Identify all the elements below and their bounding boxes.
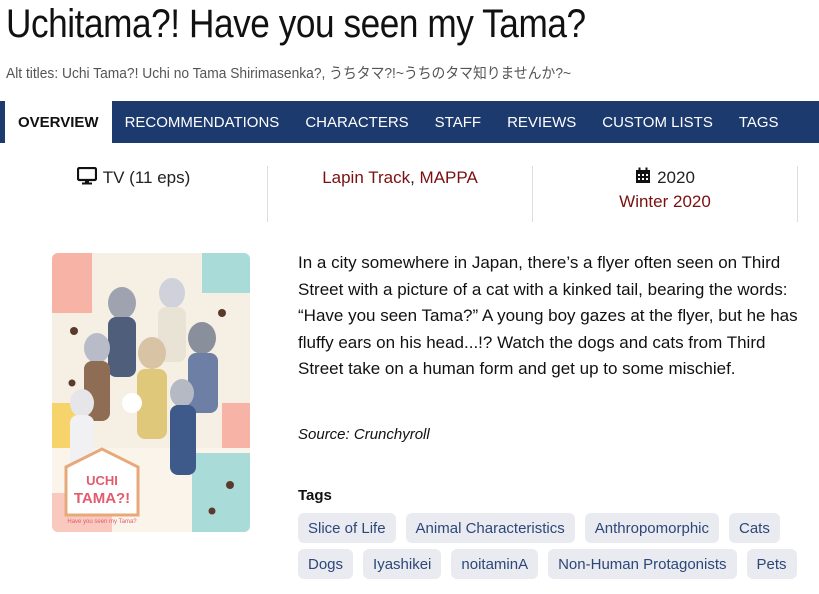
tag-iyashikei[interactable]: Iyashikei (363, 549, 442, 579)
alt-titles-value: Uchi Tama?! Uchi no Tama Shirimasenka?, … (61, 65, 572, 82)
info-row: TV (11 eps) Lapin Track, MAPPA 2020 Wint… (0, 166, 819, 222)
source-credit: Source: Crunchyroll (298, 426, 430, 443)
tab-staff[interactable]: STAFF (422, 101, 494, 143)
tab-custom-lists[interactable]: CUSTOM LISTS (589, 101, 726, 143)
tab-reviews[interactable]: REVIEWS (494, 101, 589, 143)
page-title: Uchitama?! Have you seen my Tama? (6, 2, 586, 46)
tag-animal-characteristics[interactable]: Animal Characteristics (405, 513, 575, 543)
format-cell: TV (11 eps) (0, 166, 268, 222)
alt-titles-label: Alt titles: (6, 65, 62, 82)
season-cell: 2020 Winter 2020 (533, 166, 798, 222)
tab-characters[interactable]: CHARACTERS (292, 101, 421, 143)
poster-logo-subtitle: Have you seen my Tama? (67, 519, 137, 525)
poster-image: UCHI TAMA?! Have you seen my Tama? (52, 253, 250, 532)
calendar-icon (635, 167, 651, 189)
tag-non-human-protagonists[interactable]: Non-Human Protagonists (548, 549, 737, 579)
alt-titles: Alt titles: Uchi Tama?! Uchi no Tama Shi… (6, 62, 571, 83)
synopsis: In a city somewhere in Japan, there’s a … (298, 253, 798, 378)
season-link[interactable]: Winter 2020 (619, 192, 711, 212)
tag-anthropomorphic[interactable]: Anthropomorphic (584, 513, 719, 543)
monitor-icon (76, 166, 97, 190)
tag-noitamina[interactable]: noitaminA (451, 549, 539, 579)
studio-separator: , (410, 168, 420, 187)
poster-logo-line1: UCHI (86, 473, 118, 488)
format-text: TV (11 eps) (102, 168, 191, 187)
tag-dogs[interactable]: Dogs (298, 549, 354, 579)
tab-overview[interactable]: OVERVIEW (0, 101, 112, 143)
tab-tags[interactable]: TAGS (726, 101, 792, 143)
studio-link-lapin-track[interactable]: Lapin Track (322, 168, 410, 188)
year-text: 2020 (657, 168, 695, 187)
poster-logo-line2: TAMA?! (74, 490, 130, 507)
tab-recommendations[interactable]: RECOMMENDATIONS (112, 101, 293, 143)
tag-list: Slice of Life Animal Characteristics Ant… (298, 513, 813, 579)
tag-pets[interactable]: Pets (746, 549, 797, 579)
studio-link-mappa[interactable]: MAPPA (420, 168, 478, 188)
tag-slice-of-life[interactable]: Slice of Life (298, 513, 396, 543)
tab-bar: OVERVIEW RECOMMENDATIONS CHARACTERS STAF… (0, 101, 819, 143)
tags-heading: Tags (298, 487, 332, 504)
studios-cell: Lapin Track, MAPPA (268, 166, 533, 222)
tag-cats[interactable]: Cats (729, 513, 780, 543)
